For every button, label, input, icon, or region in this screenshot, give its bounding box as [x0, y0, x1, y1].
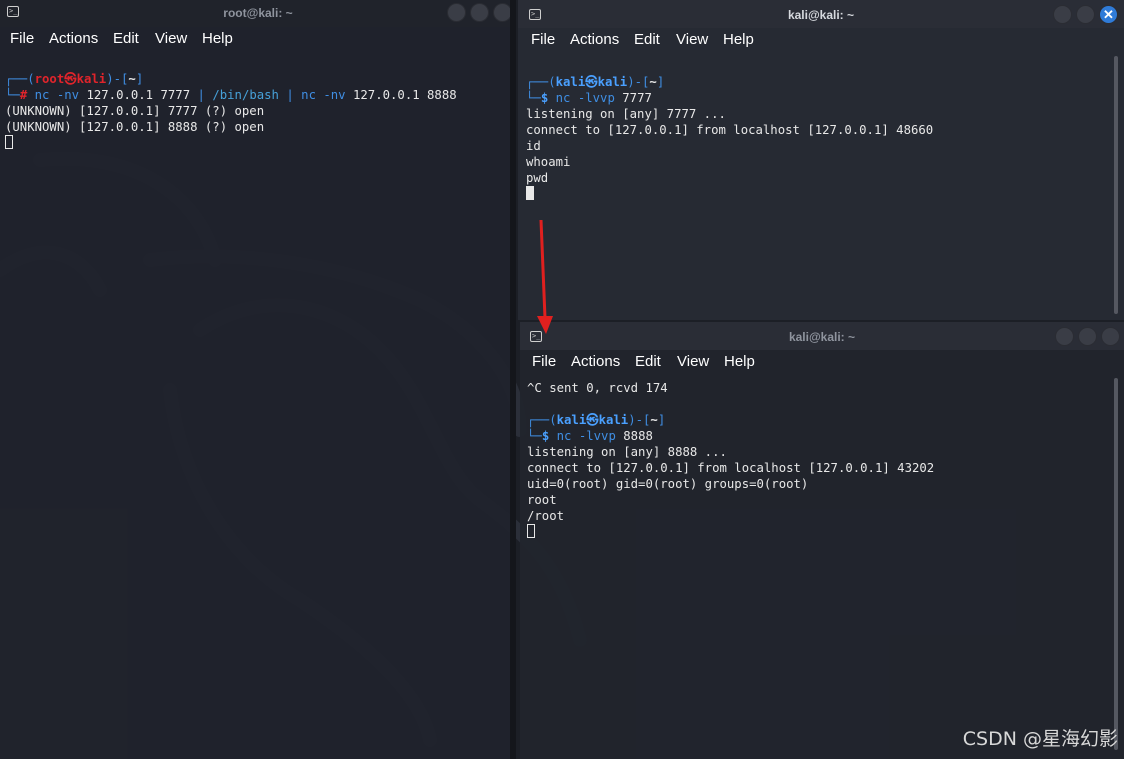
- menu-view[interactable]: View: [677, 353, 709, 370]
- menu-edit[interactable]: Edit: [635, 353, 661, 370]
- output-line: listening on [any] 8888 ...: [527, 445, 727, 459]
- terminal-window-listener-7777[interactable]: >_ kali@kali: ~ ✕ File Actions Edit View…: [518, 0, 1124, 320]
- menu-actions[interactable]: Actions: [571, 353, 620, 370]
- output-line: connect to [127.0.0.1] from localhost [1…: [526, 123, 934, 137]
- terminal-window-root[interactable]: >_ root@kali: ~ File Actions Edit View H…: [0, 0, 516, 759]
- prompt-symbol: $: [540, 91, 549, 105]
- menu-bar: File Actions Edit View Help: [0, 27, 516, 53]
- output-line: root: [527, 493, 557, 507]
- output-line: /root: [527, 509, 565, 523]
- menu-file[interactable]: File: [532, 353, 556, 370]
- output-line: (UNKNOWN) [127.0.0.1] 7777 (?) open: [5, 104, 265, 118]
- output-line: uid=0(root) gid=0(root) groups=0(root): [527, 477, 809, 491]
- menu-actions[interactable]: Actions: [49, 30, 98, 47]
- menu-view[interactable]: View: [676, 31, 708, 48]
- titlebar[interactable]: >_ kali@kali: ~: [520, 322, 1124, 350]
- cmd-nc: nc -nv: [34, 88, 80, 102]
- close-icon[interactable]: [1101, 327, 1120, 346]
- maximize-icon[interactable]: [1076, 5, 1095, 24]
- prompt-host: kali: [597, 75, 628, 89]
- output-line: id: [526, 139, 541, 153]
- menu-help[interactable]: Help: [724, 353, 755, 370]
- output-line: whoami: [526, 155, 571, 169]
- menu-view[interactable]: View: [155, 30, 187, 47]
- prompt-host: kali: [598, 413, 629, 427]
- output-line: (UNKNOWN) [127.0.0.1] 8888 (?) open: [5, 120, 265, 134]
- terminal-output[interactable]: ┌──(kali㉿kali)-[~] └─$ nc -lvvp 7777 lis…: [526, 74, 933, 202]
- maximize-icon[interactable]: [470, 3, 489, 22]
- menu-file[interactable]: File: [531, 31, 555, 48]
- prompt-dir: ~: [650, 413, 658, 427]
- menu-actions[interactable]: Actions: [570, 31, 619, 48]
- prompt-user: kali: [556, 413, 587, 427]
- output-line: ^C sent 0, rcvd 174: [527, 381, 668, 395]
- output-line: connect to [127.0.0.1] from localhost [1…: [527, 461, 935, 475]
- cmd-nc: nc -lvvp: [555, 91, 615, 105]
- close-icon[interactable]: ✕: [1099, 5, 1118, 24]
- window-title: kali@kali: ~: [788, 330, 856, 344]
- cmd-nc: nc -lvvp: [556, 429, 616, 443]
- menu-bar: File Actions Edit View Help: [518, 28, 1124, 54]
- minimize-icon[interactable]: [447, 3, 466, 22]
- window-title: kali@kali: ~: [787, 8, 855, 22]
- text-cursor: [526, 186, 534, 200]
- prompt-dir: ~: [649, 75, 657, 89]
- terminal-window-listener-8888[interactable]: >_ kali@kali: ~ File Actions Edit View H…: [520, 322, 1124, 759]
- cmd-bash: /bin/bash: [204, 88, 287, 102]
- prompt-user: kali: [555, 75, 586, 89]
- text-cursor: [527, 524, 535, 538]
- menu-bar: File Actions Edit View Help: [520, 350, 1124, 376]
- window-title: root@kali: ~: [223, 6, 293, 20]
- scrollbar[interactable]: [1114, 56, 1118, 314]
- menu-edit[interactable]: Edit: [113, 30, 139, 47]
- prompt-dir: ~: [128, 72, 136, 86]
- prompt-host: kali: [76, 72, 107, 86]
- scrollbar[interactable]: [1114, 378, 1118, 750]
- maximize-icon[interactable]: [1078, 327, 1097, 346]
- prompt-user: root: [34, 72, 65, 86]
- pane-divider[interactable]: [510, 0, 516, 759]
- menu-help[interactable]: Help: [723, 31, 754, 48]
- minimize-icon[interactable]: [1053, 5, 1072, 24]
- watermark: CSDN @星海幻影: [962, 728, 1118, 750]
- prompt-symbol: #: [19, 88, 28, 102]
- minimize-icon[interactable]: [1055, 327, 1074, 346]
- output-line: pwd: [526, 171, 549, 185]
- titlebar[interactable]: >_ root@kali: ~: [0, 0, 516, 27]
- output-line: listening on [any] 7777 ...: [526, 107, 726, 121]
- text-cursor: [5, 135, 13, 149]
- menu-help[interactable]: Help: [202, 30, 233, 47]
- prompt-symbol: $: [541, 429, 550, 443]
- menu-edit[interactable]: Edit: [634, 31, 660, 48]
- menu-file[interactable]: File: [10, 30, 34, 47]
- terminal-output[interactable]: ^C sent 0, rcvd 174 ┌──(kali㉿kali)-[~] └…: [527, 380, 934, 540]
- terminal-output[interactable]: ┌──(root㉿kali)-[~] └─# nc -nv 127.0.0.1 …: [5, 71, 457, 151]
- titlebar[interactable]: >_ kali@kali: ~ ✕: [518, 0, 1124, 28]
